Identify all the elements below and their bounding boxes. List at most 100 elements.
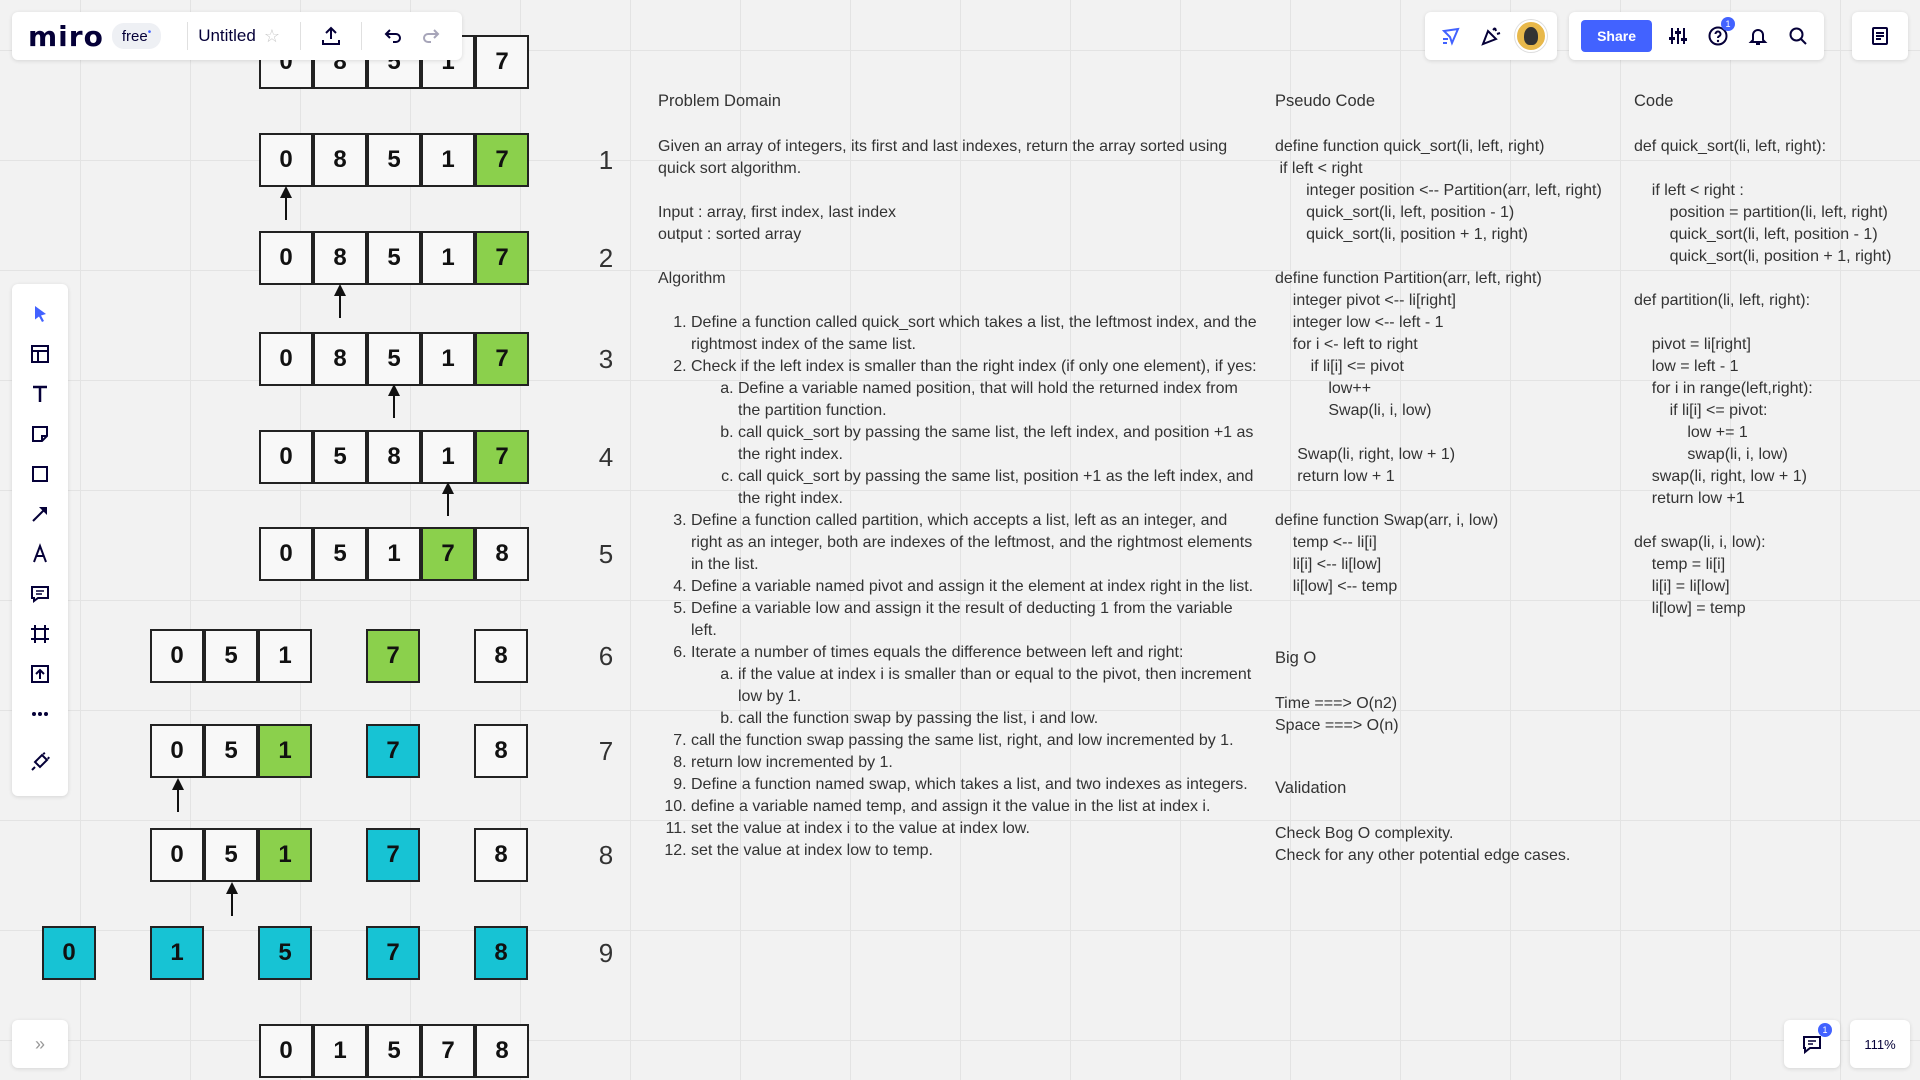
templates-tool[interactable] (20, 334, 60, 374)
array-cell[interactable]: 7 (475, 430, 529, 484)
array-cell[interactable]: 7 (475, 332, 529, 386)
array-cell[interactable]: 1 (150, 926, 204, 980)
array-cell[interactable]: 7 (475, 133, 529, 187)
apps-tool[interactable] (20, 742, 60, 782)
select-tool[interactable] (20, 294, 60, 334)
miro-logo[interactable]: miro (28, 20, 104, 53)
code-line: temp = li[i] (1634, 556, 1726, 573)
array-cell[interactable]: 7 (366, 926, 420, 980)
array-cell[interactable]: 7 (421, 1024, 475, 1078)
array-cell[interactable]: 5 (367, 231, 421, 285)
array-cell[interactable]: 0 (259, 133, 313, 187)
step-number[interactable]: 7 (591, 736, 621, 767)
redo-button[interactable] (412, 16, 452, 56)
array-cell[interactable]: 1 (258, 828, 312, 882)
step-number[interactable]: 3 (591, 344, 621, 375)
step-number[interactable]: 1 (591, 145, 621, 176)
array-cell[interactable]: 1 (421, 332, 475, 386)
array-cell[interactable]: 7 (475, 35, 529, 89)
code-line: define function quick_sort(li, left, rig… (1275, 138, 1545, 155)
text-tool[interactable] (20, 374, 60, 414)
user-avatar[interactable] (1511, 16, 1551, 56)
array-cell[interactable]: 7 (366, 724, 420, 778)
array-cell[interactable]: 7 (366, 828, 420, 882)
board-title[interactable]: Untitled (198, 26, 256, 46)
settings-button[interactable] (1658, 16, 1698, 56)
notifications-button[interactable] (1738, 16, 1778, 56)
array-cell[interactable]: 0 (150, 828, 204, 882)
star-icon[interactable]: ☆ (264, 26, 280, 47)
array-cell[interactable]: 1 (313, 1024, 367, 1078)
array-cell[interactable]: 8 (313, 231, 367, 285)
array-cell[interactable]: 7 (366, 629, 420, 683)
export-button[interactable] (311, 16, 351, 56)
array-cell[interactable]: 0 (150, 724, 204, 778)
step-number[interactable]: 8 (591, 840, 621, 871)
array-cell[interactable]: 7 (475, 231, 529, 285)
pointer-arrow[interactable] (334, 284, 346, 318)
help-button[interactable]: 1 (1698, 16, 1738, 56)
array-cell[interactable]: 5 (313, 527, 367, 581)
array-cell[interactable]: 7 (421, 527, 475, 581)
connector-tool[interactable] (20, 494, 60, 534)
array-cell[interactable]: 0 (42, 926, 96, 980)
pointer-arrow[interactable] (388, 384, 400, 418)
zoom-level[interactable]: 111% (1850, 1020, 1910, 1068)
shape-tool[interactable] (20, 454, 60, 494)
search-button[interactable] (1778, 16, 1818, 56)
array-cell[interactable]: 0 (259, 527, 313, 581)
expand-button[interactable]: » (12, 1020, 68, 1068)
array-cell[interactable]: 8 (474, 926, 528, 980)
array-cell[interactable]: 5 (204, 629, 258, 683)
chat-button[interactable]: 1 (1784, 1020, 1840, 1068)
pointer-arrow[interactable] (280, 186, 292, 220)
array-cell[interactable]: 8 (475, 527, 529, 581)
sticky-note-tool[interactable] (20, 414, 60, 454)
upload-tool[interactable] (20, 654, 60, 694)
array-cell[interactable]: 0 (259, 1024, 313, 1078)
step-number[interactable]: 2 (591, 243, 621, 274)
step-number[interactable]: 9 (591, 938, 621, 969)
step-number[interactable]: 4 (591, 442, 621, 473)
array-cell[interactable]: 8 (474, 724, 528, 778)
array-cell[interactable]: 8 (474, 828, 528, 882)
array-cell[interactable]: 0 (259, 430, 313, 484)
array-cell[interactable]: 8 (367, 430, 421, 484)
array-cell[interactable]: 1 (421, 430, 475, 484)
array-cell[interactable]: 0 (259, 332, 313, 386)
plan-badge[interactable]: free• (111, 23, 162, 49)
array-cell[interactable]: 5 (204, 724, 258, 778)
array-cell[interactable]: 5 (367, 133, 421, 187)
follow-button[interactable] (1431, 16, 1471, 56)
share-button[interactable]: Share (1581, 20, 1652, 52)
divider (299, 22, 301, 50)
array-cell[interactable]: 1 (258, 724, 312, 778)
more-tool[interactable] (20, 694, 60, 734)
pointer-arrow[interactable] (172, 778, 184, 812)
notes-button[interactable] (1852, 12, 1908, 60)
array-cell[interactable]: 5 (204, 828, 258, 882)
array-cell[interactable]: 5 (313, 430, 367, 484)
comment-tool[interactable] (20, 574, 60, 614)
array-cell[interactable]: 0 (259, 231, 313, 285)
pointer-arrow[interactable] (226, 882, 238, 916)
array-cell[interactable]: 8 (313, 133, 367, 187)
array-cell[interactable]: 8 (313, 332, 367, 386)
step-number[interactable]: 6 (591, 641, 621, 672)
array-cell[interactable]: 8 (475, 1024, 529, 1078)
frame-tool[interactable] (20, 614, 60, 654)
array-cell[interactable]: 5 (258, 926, 312, 980)
pointer-arrow[interactable] (442, 482, 454, 516)
undo-button[interactable] (372, 16, 412, 56)
array-cell[interactable]: 1 (258, 629, 312, 683)
reactions-button[interactable] (1471, 16, 1511, 56)
array-cell[interactable]: 5 (367, 1024, 421, 1078)
array-cell[interactable]: 1 (421, 133, 475, 187)
step-number[interactable]: 5 (591, 539, 621, 570)
array-cell[interactable]: 8 (474, 629, 528, 683)
array-cell[interactable]: 1 (367, 527, 421, 581)
array-cell[interactable]: 5 (367, 332, 421, 386)
array-cell[interactable]: 1 (421, 231, 475, 285)
pen-tool[interactable] (20, 534, 60, 574)
array-cell[interactable]: 0 (150, 629, 204, 683)
